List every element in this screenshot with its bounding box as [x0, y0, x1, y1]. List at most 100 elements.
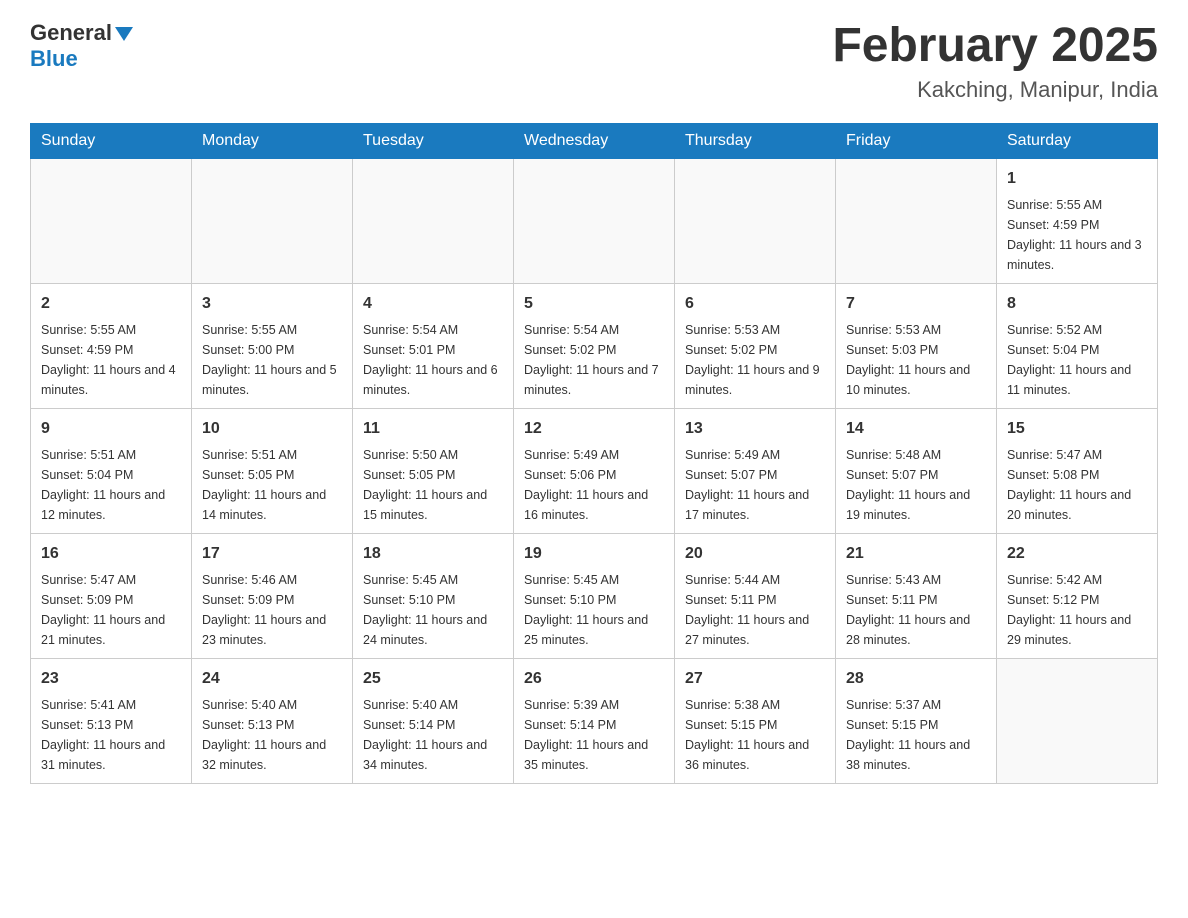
day-cell — [31, 158, 192, 283]
day-cell: 6 Sunrise: 5:53 AMSunset: 5:02 PMDaylight… — [675, 283, 836, 408]
day-cell — [353, 158, 514, 283]
day-info: Sunrise: 5:48 AMSunset: 5:07 PMDaylight:… — [846, 445, 986, 525]
day-cell: 24 Sunrise: 5:40 AMSunset: 5:13 PMDayligh… — [192, 658, 353, 783]
day-number: 24 — [202, 667, 342, 691]
day-number: 25 — [363, 667, 503, 691]
column-header-monday: Monday — [192, 123, 353, 158]
day-number: 21 — [846, 542, 986, 566]
day-info: Sunrise: 5:55 AMSunset: 4:59 PMDaylight:… — [1007, 195, 1147, 275]
week-row-2: 2 Sunrise: 5:55 AMSunset: 4:59 PMDaylight… — [31, 283, 1158, 408]
day-cell: 19Sunrise: 5:45 AMSunset: 5:10 PMDayligh… — [514, 533, 675, 658]
day-cell: 2 Sunrise: 5:55 AMSunset: 4:59 PMDaylight… — [31, 283, 192, 408]
logo-general-text: General — [30, 20, 112, 46]
column-header-tuesday: Tuesday — [353, 123, 514, 158]
day-number: 2 — [41, 292, 181, 316]
day-info: Sunrise: 5:54 AMSunset: 5:01 PMDaylight:… — [363, 320, 503, 400]
day-info: Sunrise: 5:37 AMSunset: 5:15 PMDaylight:… — [846, 695, 986, 775]
day-number: 19 — [524, 542, 664, 566]
day-number: 10 — [202, 417, 342, 441]
day-info: Sunrise: 5:40 AMSunset: 5:14 PMDaylight:… — [363, 695, 503, 775]
day-number: 6 — [685, 292, 825, 316]
day-info: Sunrise: 5:47 AMSunset: 5:08 PMDaylight:… — [1007, 445, 1147, 525]
day-info: Sunrise: 5:42 AMSunset: 5:12 PMDaylight:… — [1007, 570, 1147, 650]
day-cell: 11 Sunrise: 5:50 AMSunset: 5:05 PMDayligh… — [353, 408, 514, 533]
day-info: Sunrise: 5:55 AMSunset: 5:00 PMDaylight:… — [202, 320, 342, 400]
day-info: Sunrise: 5:40 AMSunset: 5:13 PMDaylight:… — [202, 695, 342, 775]
day-cell — [675, 158, 836, 283]
logo: General Blue — [30, 20, 133, 72]
day-cell: 26 Sunrise: 5:39 AMSunset: 5:14 PMDayligh… — [514, 658, 675, 783]
day-number: 3 — [202, 292, 342, 316]
day-cell: 22 Sunrise: 5:42 AMSunset: 5:12 PMDayligh… — [997, 533, 1158, 658]
page-title: February 2025 — [832, 20, 1158, 73]
calendar-header-row: SundayMondayTuesdayWednesdayThursdayFrid… — [31, 123, 1158, 158]
column-header-saturday: Saturday — [997, 123, 1158, 158]
day-info: Sunrise: 5:55 AMSunset: 4:59 PMDaylight:… — [41, 320, 181, 400]
day-cell: 8 Sunrise: 5:52 AMSunset: 5:04 PMDaylight… — [997, 283, 1158, 408]
day-info: Sunrise: 5:51 AMSunset: 5:04 PMDaylight:… — [41, 445, 181, 525]
day-cell: 28 Sunrise: 5:37 AMSunset: 5:15 PMDayligh… — [836, 658, 997, 783]
day-cell: 3 Sunrise: 5:55 AMSunset: 5:00 PMDaylight… — [192, 283, 353, 408]
day-info: Sunrise: 5:46 AMSunset: 5:09 PMDaylight:… — [202, 570, 342, 650]
column-header-sunday: Sunday — [31, 123, 192, 158]
day-cell: 13 Sunrise: 5:49 AMSunset: 5:07 PMDayligh… — [675, 408, 836, 533]
column-header-thursday: Thursday — [675, 123, 836, 158]
day-cell: 27Sunrise: 5:38 AMSunset: 5:15 PMDayligh… — [675, 658, 836, 783]
day-number: 5 — [524, 292, 664, 316]
day-number: 26 — [524, 667, 664, 691]
day-cell: 16 Sunrise: 5:47 AMSunset: 5:09 PMDayligh… — [31, 533, 192, 658]
day-number: 20 — [685, 542, 825, 566]
day-number: 14 — [846, 417, 986, 441]
day-number: 16 — [41, 542, 181, 566]
day-info: Sunrise: 5:53 AMSunset: 5:02 PMDaylight:… — [685, 320, 825, 400]
day-info: Sunrise: 5:53 AMSunset: 5:03 PMDaylight:… — [846, 320, 986, 400]
day-info: Sunrise: 5:44 AMSunset: 5:11 PMDaylight:… — [685, 570, 825, 650]
day-cell: 17 Sunrise: 5:46 AMSunset: 5:09 PMDayligh… — [192, 533, 353, 658]
day-cell: 12Sunrise: 5:49 AMSunset: 5:06 PMDayligh… — [514, 408, 675, 533]
day-cell: 5 Sunrise: 5:54 AMSunset: 5:02 PMDaylight… — [514, 283, 675, 408]
logo-triangle-icon — [115, 27, 133, 41]
day-number: 28 — [846, 667, 986, 691]
day-cell: 23 Sunrise: 5:41 AMSunset: 5:13 PMDayligh… — [31, 658, 192, 783]
column-header-friday: Friday — [836, 123, 997, 158]
day-cell — [997, 658, 1158, 783]
week-row-5: 23 Sunrise: 5:41 AMSunset: 5:13 PMDayligh… — [31, 658, 1158, 783]
day-cell: 10 Sunrise: 5:51 AMSunset: 5:05 PMDayligh… — [192, 408, 353, 533]
day-info: Sunrise: 5:39 AMSunset: 5:14 PMDaylight:… — [524, 695, 664, 775]
week-row-3: 9 Sunrise: 5:51 AMSunset: 5:04 PMDaylight… — [31, 408, 1158, 533]
day-cell: 20 Sunrise: 5:44 AMSunset: 5:11 PMDayligh… — [675, 533, 836, 658]
column-header-wednesday: Wednesday — [514, 123, 675, 158]
day-number: 27 — [685, 667, 825, 691]
day-cell: 1 Sunrise: 5:55 AMSunset: 4:59 PMDaylight… — [997, 158, 1158, 283]
logo-blue-text: Blue — [30, 46, 78, 72]
day-info: Sunrise: 5:43 AMSunset: 5:11 PMDaylight:… — [846, 570, 986, 650]
day-info: Sunrise: 5:47 AMSunset: 5:09 PMDaylight:… — [41, 570, 181, 650]
day-info: Sunrise: 5:54 AMSunset: 5:02 PMDaylight:… — [524, 320, 664, 400]
day-number: 9 — [41, 417, 181, 441]
day-number: 13 — [685, 417, 825, 441]
day-cell: 25 Sunrise: 5:40 AMSunset: 5:14 PMDayligh… — [353, 658, 514, 783]
day-info: Sunrise: 5:49 AMSunset: 5:07 PMDaylight:… — [685, 445, 825, 525]
day-info: Sunrise: 5:51 AMSunset: 5:05 PMDaylight:… — [202, 445, 342, 525]
day-info: Sunrise: 5:50 AMSunset: 5:05 PMDaylight:… — [363, 445, 503, 525]
day-cell — [514, 158, 675, 283]
day-info: Sunrise: 5:45 AMSunset: 5:10 PMDaylight:… — [363, 570, 503, 650]
day-info: Sunrise: 5:49 AMSunset: 5:06 PMDaylight:… — [524, 445, 664, 525]
day-number: 15 — [1007, 417, 1147, 441]
day-number: 11 — [363, 417, 503, 441]
day-cell: 18Sunrise: 5:45 AMSunset: 5:10 PMDayligh… — [353, 533, 514, 658]
day-number: 1 — [1007, 167, 1147, 191]
title-section: February 2025 Kakching, Manipur, India — [832, 20, 1158, 103]
day-number: 22 — [1007, 542, 1147, 566]
calendar-table: SundayMondayTuesdayWednesdayThursdayFrid… — [30, 123, 1158, 784]
day-cell: 9 Sunrise: 5:51 AMSunset: 5:04 PMDaylight… — [31, 408, 192, 533]
day-info: Sunrise: 5:41 AMSunset: 5:13 PMDaylight:… — [41, 695, 181, 775]
day-info: Sunrise: 5:52 AMSunset: 5:04 PMDaylight:… — [1007, 320, 1147, 400]
day-number: 23 — [41, 667, 181, 691]
day-number: 7 — [846, 292, 986, 316]
day-number: 8 — [1007, 292, 1147, 316]
day-cell: 4Sunrise: 5:54 AMSunset: 5:01 PMDaylight… — [353, 283, 514, 408]
day-number: 17 — [202, 542, 342, 566]
week-row-4: 16 Sunrise: 5:47 AMSunset: 5:09 PMDayligh… — [31, 533, 1158, 658]
day-cell — [836, 158, 997, 283]
